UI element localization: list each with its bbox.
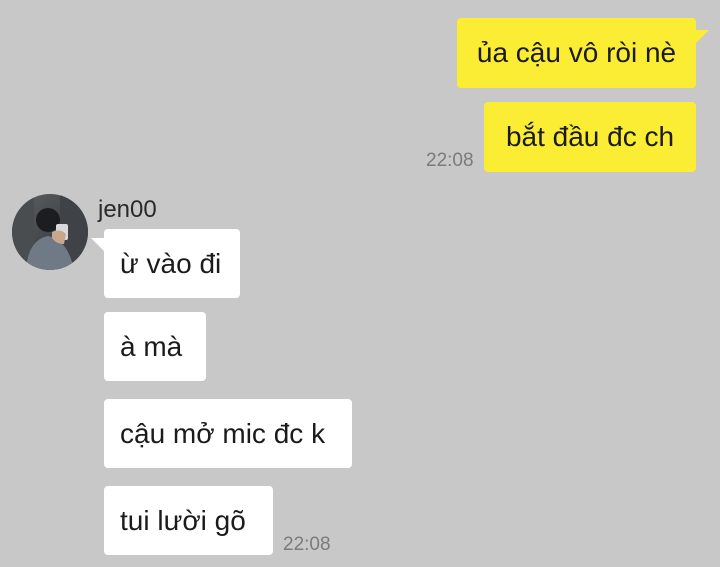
sender-avatar[interactable] bbox=[12, 194, 88, 270]
incoming-message[interactable]: à mà bbox=[104, 312, 206, 381]
incoming-bubble-tail bbox=[91, 238, 105, 252]
incoming-message[interactable]: cậu mở mic đc k bbox=[104, 399, 352, 468]
sender-name: jen00 bbox=[98, 196, 157, 223]
outgoing-bubble-tail bbox=[695, 30, 709, 44]
outgoing-message[interactable]: bắt đầu đc ch bbox=[484, 102, 696, 172]
avatar-photo-icon bbox=[12, 194, 88, 270]
outgoing-timestamp: 22:08 bbox=[426, 150, 474, 171]
message-text: bắt đầu đc ch bbox=[505, 121, 675, 152]
incoming-message[interactable]: ừ vào đi bbox=[104, 229, 240, 298]
incoming-message[interactable]: tui lười gõ bbox=[104, 486, 273, 555]
message-text: tui lười gõ bbox=[120, 504, 246, 536]
message-text: cậu mở mic đc k bbox=[120, 417, 326, 449]
message-text: à mà bbox=[120, 330, 183, 362]
incoming-timestamp: 22:08 bbox=[283, 534, 331, 555]
outgoing-message[interactable]: ủa cậu vô ròi nè bbox=[457, 18, 696, 88]
message-text: ủa cậu vô ròi nè bbox=[476, 37, 677, 68]
message-text: ừ vào đi bbox=[120, 247, 222, 279]
